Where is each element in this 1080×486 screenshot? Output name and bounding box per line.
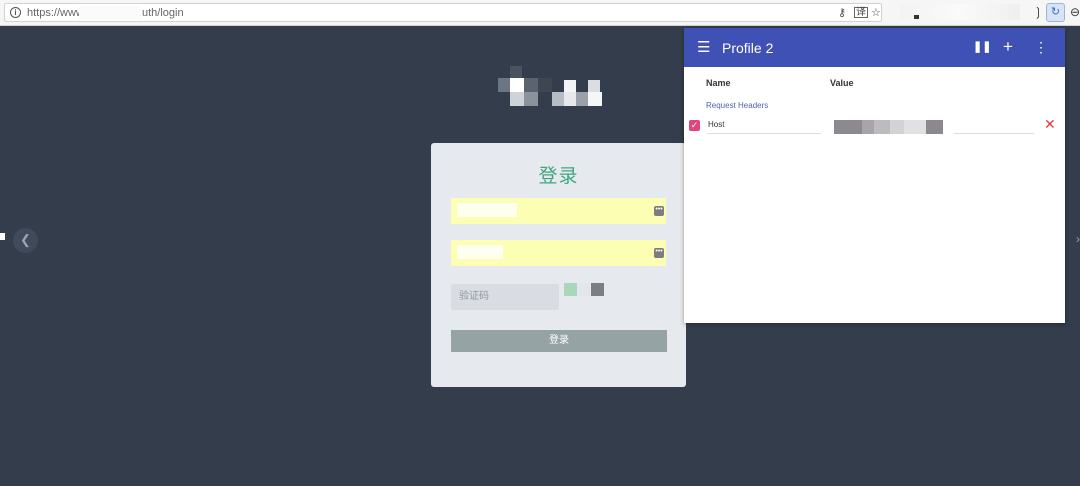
more-vert-icon[interactable]: ⋮ — [1034, 39, 1048, 55]
captcha-input[interactable]: 验证码 — [451, 284, 559, 310]
header-comment-input[interactable] — [954, 133, 1034, 134]
browser-toolbar: i https://www. uth/login ⚷ 译 ☆ ❳ ↻ ⊖ — [0, 0, 1080, 26]
modheader-icon[interactable]: ↻ — [1046, 3, 1065, 22]
info-icon[interactable]: i — [10, 7, 21, 18]
header-name-input[interactable]: Host — [707, 118, 821, 134]
login-card: 登录 ••• ••• 验证码 登录 — [431, 143, 686, 387]
password-field[interactable]: ••• — [451, 240, 666, 266]
popup-header: ☰ Profile 2 ❚❚ + ⋮ — [684, 28, 1065, 67]
autofill-icon[interactable]: ••• — [654, 206, 664, 216]
extension-icons-redacted — [900, 4, 1020, 20]
password-redacted — [457, 245, 503, 259]
add-icon[interactable]: + — [1003, 38, 1013, 55]
left-edge-marker — [0, 233, 5, 240]
translate-icon[interactable]: 译 — [854, 7, 868, 18]
url-prefix: https://www. — [27, 7, 87, 19]
login-button[interactable]: 登录 — [451, 330, 667, 352]
captcha-image[interactable] — [591, 283, 604, 296]
menu-icon[interactable]: ☰ — [697, 40, 710, 55]
captcha-image[interactable] — [577, 283, 590, 296]
username-redacted — [457, 203, 517, 217]
autofill-icon[interactable]: ••• — [654, 248, 664, 258]
modheader-popup: ☰ Profile 2 ❚❚ + ⋮ Name Value Request He… — [684, 28, 1065, 323]
pause-icon[interactable]: ❚❚ — [973, 39, 991, 55]
header-enabled-checkbox[interactable]: ✓ — [689, 120, 700, 131]
column-name-header: Name — [706, 78, 731, 88]
profile-title: Profile 2 — [722, 40, 774, 56]
header-value-redacted[interactable] — [834, 120, 943, 134]
url-redacted — [79, 6, 141, 20]
username-field[interactable]: ••• — [451, 198, 666, 224]
chevron-left-icon[interactable]: ❮ — [13, 228, 38, 253]
chevron-right-icon[interactable]: › — [1076, 232, 1080, 246]
login-title: 登录 — [538, 166, 579, 187]
star-icon[interactable]: ☆ — [871, 6, 881, 19]
close-icon[interactable]: ✕ — [1044, 117, 1056, 131]
column-value-header: Value — [830, 78, 854, 88]
section-label: Request Headers — [706, 101, 769, 110]
extension-icon[interactable]: ❳ — [1033, 5, 1043, 19]
captcha-image[interactable] — [564, 283, 577, 296]
url-suffix: uth/login — [142, 7, 184, 19]
site-logo-redacted — [498, 66, 608, 108]
pocket-icon[interactable]: ⊖ — [1070, 5, 1080, 19]
address-bar[interactable]: i https://www. uth/login ⚷ 译 ☆ — [4, 3, 882, 22]
key-icon[interactable]: ⚷ — [838, 6, 846, 19]
